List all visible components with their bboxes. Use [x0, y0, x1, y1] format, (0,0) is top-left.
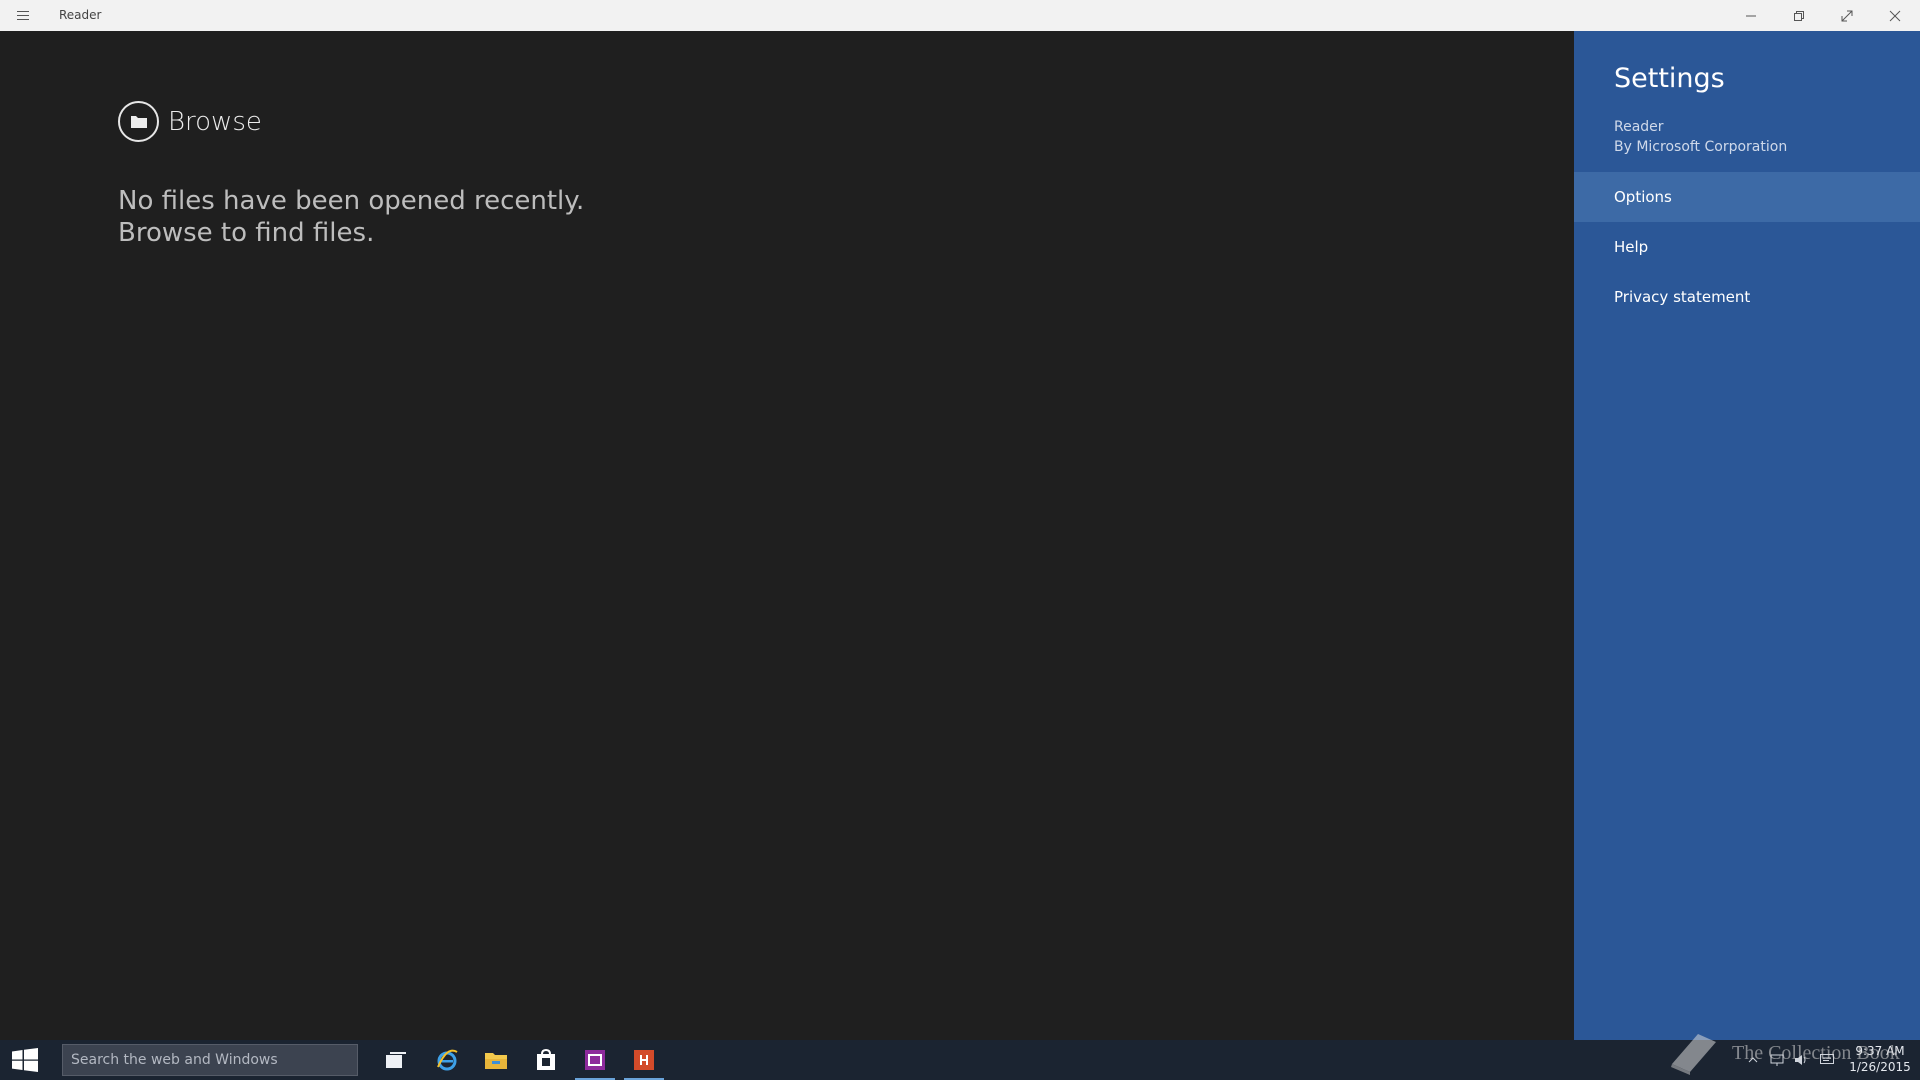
folder-icon	[130, 116, 147, 128]
book-icon	[1671, 1034, 1716, 1075]
store-icon	[537, 1049, 555, 1070]
fullscreen-icon	[1841, 10, 1853, 21]
empty-state-message: No files have been opened recently. Brow…	[118, 185, 584, 249]
onenote-button[interactable]	[571, 1040, 619, 1080]
watermark: The Collection Book	[1668, 1030, 1900, 1076]
restore-icon	[1794, 10, 1804, 21]
window-title: Reader	[59, 8, 102, 22]
browse-circle	[118, 101, 159, 142]
empty-line-2: Browse to find files.	[118, 218, 375, 248]
watermark-text: The Collection Book	[1732, 1041, 1900, 1064]
settings-app-info: Reader By Microsoft Corporation	[1614, 117, 1787, 157]
start-button[interactable]	[0, 1040, 50, 1080]
title-bar: Reader	[0, 0, 1920, 31]
empty-line-1: No files have been opened recently.	[118, 186, 585, 216]
settings-item-privacy[interactable]: Privacy statement	[1574, 272, 1920, 322]
taskbar: Search the web and Windows 9:37 AM 1/26/…	[0, 1040, 1920, 1080]
settings-publisher: By Microsoft Corporation	[1614, 139, 1788, 155]
internet-explorer-button[interactable]	[423, 1040, 471, 1080]
file-explorer-button[interactable]	[472, 1040, 520, 1080]
store-button[interactable]	[522, 1040, 570, 1080]
close-button[interactable]	[1871, 0, 1919, 31]
reader-button[interactable]	[620, 1040, 668, 1080]
task-view-button[interactable]	[372, 1040, 420, 1080]
onenote-icon	[585, 1050, 605, 1070]
windows-logo-icon	[12, 1048, 38, 1072]
hamburger-icon[interactable]	[10, 4, 36, 26]
fullscreen-button[interactable]	[1823, 0, 1871, 31]
settings-pane: Settings Reader By Microsoft Corporation…	[1574, 31, 1920, 1040]
close-icon	[1889, 10, 1901, 21]
internet-explorer-icon	[437, 1049, 458, 1071]
settings-title: Settings	[1614, 63, 1725, 94]
browse-label: Browse	[168, 106, 262, 137]
restore-button[interactable]	[1775, 0, 1823, 31]
main-content: Browse No files have been opened recentl…	[0, 31, 1574, 1040]
reader-icon	[634, 1050, 654, 1070]
minimize-button[interactable]	[1727, 0, 1775, 31]
task-view-icon	[386, 1052, 406, 1068]
settings-item-options[interactable]: Options	[1574, 172, 1920, 222]
settings-item-help[interactable]: Help	[1574, 222, 1920, 272]
browse-button[interactable]: Browse	[118, 101, 262, 142]
settings-app-name: Reader	[1614, 119, 1664, 135]
file-explorer-icon	[485, 1053, 507, 1069]
minimize-icon	[1746, 15, 1756, 16]
search-box[interactable]: Search the web and Windows	[62, 1044, 358, 1076]
